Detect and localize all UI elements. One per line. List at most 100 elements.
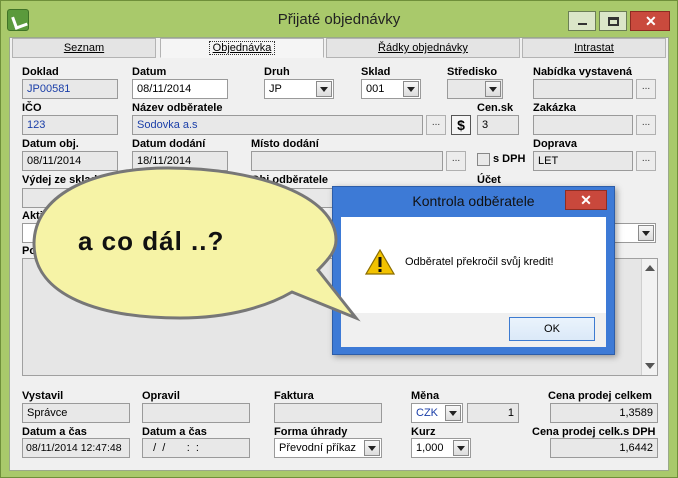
- nazev-lookup-button[interactable]: ...: [426, 115, 446, 135]
- tab-radky-label: Řádky objednávky: [378, 42, 468, 54]
- nabidka-label: Nabídka vystavená: [533, 66, 633, 78]
- nazev-field[interactable]: Sodovka a.s: [132, 115, 423, 135]
- vydej-label: Výdej ze sklad: [22, 174, 98, 186]
- zakazka-lookup-button[interactable]: ...: [636, 115, 656, 135]
- censk-field[interactable]: 3: [477, 115, 519, 135]
- mena-qty-field[interactable]: 1: [467, 403, 519, 423]
- sklad-value: 001: [366, 83, 385, 95]
- minimize-button[interactable]: [568, 11, 596, 31]
- zakazka-field[interactable]: [533, 115, 633, 135]
- bubble-text: a co dál ..?: [78, 226, 225, 256]
- nazev-label: Název odběratele: [132, 102, 223, 114]
- mena-value: CZK: [416, 407, 438, 419]
- cena-celkem-label: Cena prodej celkem: [548, 390, 652, 402]
- mena-select[interactable]: CZK: [411, 403, 463, 423]
- tab-radky-objednavky[interactable]: Řádky objednávky: [326, 38, 520, 58]
- doklad-field[interactable]: JP00581: [22, 79, 118, 99]
- aktivita-label: Aktiv: [22, 210, 49, 222]
- datum-cas-1-label: Datum a čas: [22, 426, 87, 438]
- ok-button[interactable]: OK: [509, 317, 595, 341]
- ucet-label: Účet: [477, 174, 501, 186]
- datum-cas-1-field[interactable]: 08/11/2014 12:47:48: [22, 438, 130, 458]
- vystavil-field[interactable]: Správce: [22, 403, 130, 423]
- stredisko-label: Středisko: [447, 66, 498, 78]
- dialog-footer: OK: [341, 313, 606, 347]
- maximize-button[interactable]: [599, 11, 627, 31]
- partial-label: o: [296, 210, 303, 222]
- kurz-label: Kurz: [411, 426, 436, 438]
- datum-obj-label: Datum obj.: [22, 138, 79, 150]
- datum-field[interactable]: 08/11/2014: [132, 79, 228, 99]
- misto-dodani-field[interactable]: [251, 151, 443, 171]
- maximize-icon: [608, 17, 619, 26]
- obj-odberatele-label: Obj.odběratele: [251, 174, 329, 186]
- chevron-down-icon[interactable]: [445, 405, 461, 421]
- ico-label: IČO: [22, 102, 42, 114]
- chevron-down-icon[interactable]: [485, 81, 501, 97]
- doprava-field[interactable]: LET: [533, 151, 633, 171]
- chevron-down-icon[interactable]: [453, 440, 469, 456]
- s-dph-checkbox[interactable]: [477, 153, 490, 166]
- tab-seznam[interactable]: Seznam: [12, 38, 156, 58]
- doklad-label: Doklad: [22, 66, 59, 78]
- sklad-label: Sklad: [361, 66, 391, 78]
- forma-uhrady-value: Převodní příkaz: [279, 442, 357, 454]
- warning-icon: [365, 249, 395, 275]
- datum-label: Datum: [132, 66, 167, 78]
- memo-scrollbar[interactable]: [641, 259, 657, 375]
- mena-label: Měna: [411, 390, 440, 402]
- tab-objednavka-label: Objednávka: [208, 41, 276, 55]
- datum-cas-2-label: Datum a čas: [142, 426, 207, 438]
- scroll-down-icon[interactable]: [645, 363, 655, 369]
- druh-select[interactable]: JP: [264, 79, 334, 99]
- zakazka-label: Zakázka: [533, 102, 576, 114]
- dialog-body: Odběratel překročil svůj kredit!: [341, 217, 606, 313]
- tab-intrastat[interactable]: Intrastat: [522, 38, 666, 58]
- credit-button[interactable]: $: [451, 115, 471, 135]
- forma-uhrady-select[interactable]: Převodní příkaz: [274, 438, 382, 458]
- scroll-up-icon[interactable]: [645, 265, 655, 271]
- title-bar[interactable]: Přijaté objednávky ✕: [1, 1, 677, 37]
- vydej-field[interactable]: [22, 188, 118, 208]
- kurz-select[interactable]: 1,000: [411, 438, 471, 458]
- tab-intrastat-label: Intrastat: [574, 42, 614, 54]
- cena-celkem-field[interactable]: 1,3589: [550, 403, 658, 423]
- opravil-field[interactable]: [142, 403, 250, 423]
- datum-dodani-label: Datum dodání: [132, 138, 206, 150]
- nabidka-lookup-button[interactable]: ...: [636, 79, 656, 99]
- nabidka-field[interactable]: [533, 79, 633, 99]
- stredisko-select[interactable]: [447, 79, 503, 99]
- doprava-lookup-button[interactable]: ...: [636, 151, 656, 171]
- ico-field[interactable]: 123: [22, 115, 118, 135]
- close-button[interactable]: ✕: [630, 11, 670, 31]
- close-icon: ✕: [580, 192, 592, 208]
- chevron-down-icon[interactable]: [316, 81, 332, 97]
- faktura-label: Faktura: [274, 390, 314, 402]
- faktura-field[interactable]: [274, 403, 382, 423]
- vystavil-label: Vystavil: [22, 390, 64, 402]
- sklad-select[interactable]: 001: [361, 79, 421, 99]
- opravil-label: Opravil: [142, 390, 180, 402]
- chevron-down-icon[interactable]: [403, 81, 419, 97]
- cena-dph-label: Cena prodej celk.s DPH: [532, 426, 656, 438]
- misto-lookup-button[interactable]: ...: [446, 151, 466, 171]
- censk-label: Cen.sk: [477, 102, 514, 114]
- close-icon: ✕: [645, 13, 657, 29]
- minimize-icon: [578, 23, 587, 25]
- dialog-message: Odběratel překročil svůj kredit!: [405, 256, 554, 268]
- chevron-down-icon[interactable]: [638, 225, 654, 241]
- credit-check-dialog: Kontrola odběratele ✕ Odběratel překroči…: [332, 186, 615, 355]
- cena-dph-field[interactable]: 1,6442: [550, 438, 658, 458]
- druh-label: Druh: [264, 66, 290, 78]
- datum-dodani-field[interactable]: 18/11/2014: [132, 151, 228, 171]
- datum-cas-2-field[interactable]: / / : :: [142, 438, 250, 458]
- druh-value: JP: [269, 83, 282, 95]
- dialog-close-button[interactable]: ✕: [565, 190, 607, 210]
- tab-objednavka[interactable]: Objednávka: [160, 38, 324, 58]
- doprava-label: Doprava: [533, 138, 578, 150]
- chevron-down-icon[interactable]: [364, 440, 380, 456]
- poznamka-label: Poz: [22, 245, 42, 257]
- kurz-value: 1,000: [416, 442, 444, 454]
- misto-dodani-label: Místo dodání: [251, 138, 319, 150]
- datum-obj-field[interactable]: 08/11/2014: [22, 151, 118, 171]
